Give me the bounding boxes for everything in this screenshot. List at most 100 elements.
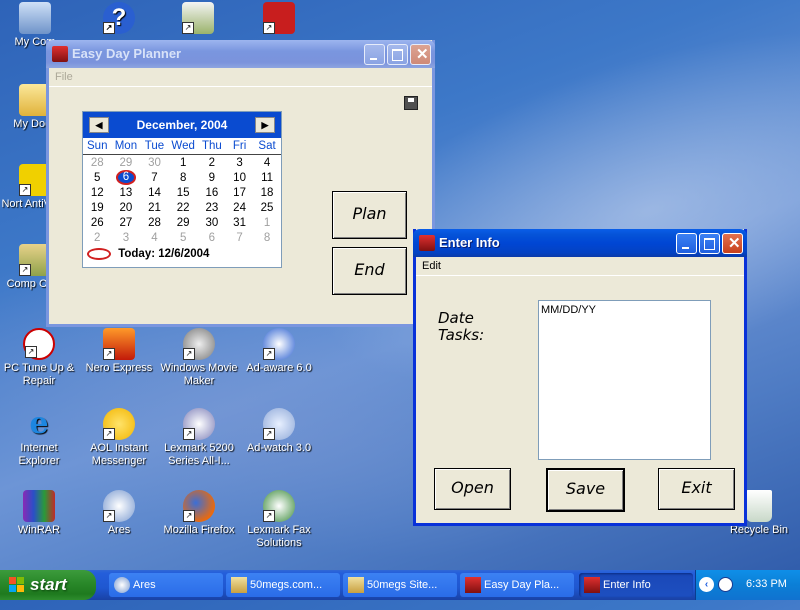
calendar-day[interactable]: 28 (140, 215, 168, 230)
taskbar-item-50megs-com[interactable]: 50megs.com... (226, 573, 340, 597)
clock[interactable]: 6:33 PM (746, 578, 787, 590)
calendar-day[interactable]: 5 (83, 170, 111, 185)
plan-button[interactable]: Plan (332, 191, 407, 239)
gauge-icon: ↗ (23, 328, 55, 360)
calendar-day[interactable]: 29 (111, 155, 140, 171)
calendar-day[interactable]: 14 (140, 185, 168, 200)
shortcut-arrow-icon: ↗ (183, 428, 195, 440)
maximize-button[interactable] (699, 233, 720, 254)
calendar-day[interactable]: 9 (198, 170, 226, 185)
tray-app-icon[interactable] (718, 577, 733, 592)
calendar-day[interactable]: 31 (226, 215, 253, 230)
calendar-day[interactable]: 29 (169, 215, 198, 230)
calendar-day[interactable]: 1 (253, 215, 281, 230)
enter-info-titlebar[interactable]: Enter Info ✕ (413, 229, 747, 257)
taskbar-item-enter-info[interactable]: Enter Info (579, 573, 693, 597)
desktop-icon-aim[interactable]: ↗ AOL Instant Messenger (79, 408, 159, 468)
open-button[interactable]: Open (434, 468, 511, 510)
calendar-day[interactable]: 12 (83, 185, 111, 200)
calendar-day[interactable]: 13 (111, 185, 140, 200)
close-icon: ✕ (728, 235, 741, 252)
calendar-day[interactable]: 25 (253, 200, 281, 215)
desktop-icon-firefox[interactable]: ↗ Mozilla Firefox (159, 490, 239, 537)
calendar-today-link[interactable]: Today: 12/6/2004 (83, 245, 281, 263)
start-button[interactable]: start (0, 570, 96, 600)
tasks-textarea[interactable]: MM/DD/YY (538, 300, 711, 460)
calendar-day[interactable]: 15 (169, 185, 198, 200)
calendar-day[interactable]: 17 (226, 185, 253, 200)
calendar-day-selected[interactable]: 6 (111, 170, 140, 185)
show-hidden-icons-button[interactable]: ‹ (699, 577, 714, 592)
calendar-day[interactable]: 6 (198, 230, 226, 245)
shortcut-arrow-icon: ↗ (263, 22, 275, 34)
desktop-icon-internet-explorer[interactable]: e Internet Explorer (0, 408, 79, 468)
desktop-icon-winrar[interactable]: WinRAR (0, 490, 79, 537)
desktop-icon-lexmark-fax[interactable]: ↗ Lexmark Fax Solutions (239, 490, 319, 550)
exit-button[interactable]: Exit (658, 468, 735, 510)
desktop-icon-label: Internet Explorer (18, 442, 60, 467)
desktop-icon-ad-aware[interactable]: ↗ Ad-aware 6.0 (239, 328, 319, 375)
calendar-next-button[interactable]: ▶ (255, 117, 275, 133)
weekday-label: Sun (83, 138, 112, 155)
calendar-prev-button[interactable]: ◀ (89, 117, 109, 133)
shortcut-arrow-icon: ↗ (263, 428, 275, 440)
calendar-day[interactable]: 30 (198, 215, 226, 230)
minimize-button[interactable] (364, 44, 385, 65)
calendar-day[interactable]: 5 (169, 230, 198, 245)
save-button[interactable]: Save (546, 468, 625, 512)
calendar[interactable]: ◀ December, 2004 ▶ Sun Mon Tue Wed Thu F… (82, 111, 282, 268)
calendar-day[interactable]: 7 (226, 230, 253, 245)
calendar-day[interactable]: 11 (253, 170, 281, 185)
planner-titlebar[interactable]: Easy Day Planner ✕ (46, 40, 435, 68)
calendar-day[interactable]: 3 (226, 155, 253, 171)
calendar-day[interactable]: 7 (140, 170, 168, 185)
calendar-day[interactable]: 26 (83, 215, 111, 230)
windows-logo-icon (9, 577, 25, 593)
calendar-day[interactable]: 4 (253, 155, 281, 171)
desktop-icon-nero-express[interactable]: ↗ Nero Express (79, 328, 159, 375)
calendar-day[interactable]: 10 (226, 170, 253, 185)
calendar-day[interactable]: 4 (140, 230, 168, 245)
left-arrow-icon: ◀ (95, 120, 103, 130)
calendar-day[interactable]: 19 (83, 200, 111, 215)
desktop-icon-ares[interactable]: ↗ Ares (79, 490, 159, 537)
menu-edit[interactable]: Edit (422, 260, 441, 272)
browser-icon (348, 577, 364, 593)
calendar-day[interactable]: 20 (111, 200, 140, 215)
calendar-day[interactable]: 8 (253, 230, 281, 245)
desktop-icon-ad-watch[interactable]: ↗ Ad-watch 3.0 (239, 408, 319, 455)
calendar-day[interactable]: 16 (198, 185, 226, 200)
save-disk-icon[interactable] (404, 96, 418, 110)
desktop-icon-app32[interactable]: ↗ (158, 2, 238, 36)
enter-info-window[interactable]: Enter Info ✕ Edit Date Tasks: MM/DD/YY O… (413, 229, 747, 526)
close-button[interactable]: ✕ (722, 233, 743, 254)
desktop-icon-lexmark-5200[interactable]: ↗ Lexmark 5200 Series All-I... (159, 408, 239, 468)
planner-window[interactable]: Easy Day Planner ✕ File ◀ December, 2004… (46, 40, 435, 327)
weekday-label: Sat (253, 138, 281, 155)
calendar-day[interactable]: 22 (169, 200, 198, 215)
taskbar-item-ares[interactable]: Ares (109, 573, 223, 597)
calendar-day[interactable]: 23 (198, 200, 226, 215)
calendar-day[interactable]: 1 (169, 155, 198, 171)
taskbar-item-50megs-site[interactable]: 50megs Site... (343, 573, 457, 597)
taskbar-item-easy-day-planner[interactable]: Easy Day Pla... (460, 573, 574, 597)
calendar-day[interactable]: 3 (111, 230, 140, 245)
calendar-day[interactable]: 27 (111, 215, 140, 230)
calendar-day[interactable]: 2 (83, 230, 111, 245)
desktop-icon-movie-maker[interactable]: ↗ Windows Movie Maker (159, 328, 239, 388)
calendar-day[interactable]: 21 (140, 200, 168, 215)
calendar-day[interactable]: 24 (226, 200, 253, 215)
minimize-button[interactable] (676, 233, 697, 254)
end-button[interactable]: End (332, 247, 407, 295)
calendar-day[interactable]: 8 (169, 170, 198, 185)
maximize-button[interactable] (387, 44, 408, 65)
calendar-day[interactable]: 2 (198, 155, 226, 171)
desktop-icon-help[interactable]: ? ↗ (79, 2, 159, 36)
close-button[interactable]: ✕ (410, 44, 431, 65)
desktop-icon-quicken[interactable]: ↗ (239, 2, 319, 36)
calendar-day[interactable]: 28 (83, 155, 111, 171)
desktop-icon-pc-tune-up[interactable]: ↗ PC Tune Up & Repair (0, 328, 79, 388)
menu-file[interactable]: File (55, 71, 73, 83)
calendar-day[interactable]: 30 (140, 155, 168, 171)
calendar-day[interactable]: 18 (253, 185, 281, 200)
